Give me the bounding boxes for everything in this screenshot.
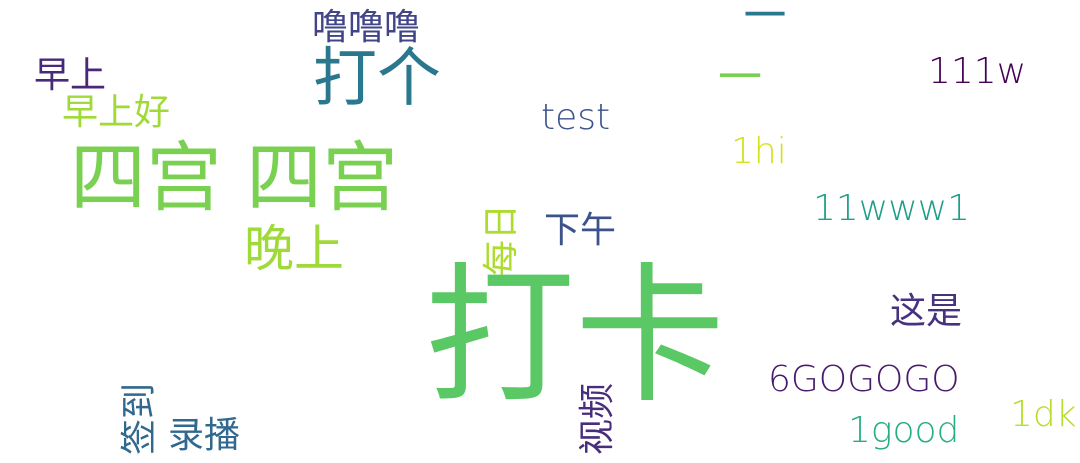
word-1dk: 1dk — [1010, 394, 1077, 435]
word-lululu: 噜噜噜 — [312, 7, 421, 48]
word-zaoshanghao: 早上好 — [62, 92, 171, 133]
word-yi: 一 — [718, 52, 762, 103]
word-er: 二 — [743, 0, 787, 27]
word-dage: 打个 — [313, 42, 441, 116]
word-6gogogo: 6GOGOGO — [768, 359, 960, 400]
word-qiandao: 签到 — [119, 382, 160, 455]
word-1good: 1good — [848, 410, 960, 451]
word-111w: 111w — [928, 51, 1027, 92]
word-shipin: 视频 — [577, 382, 618, 455]
word-cloud: 打卡 四宫 四宫 打个 噜噜噜 一 二 111w 早上 早上好 test 1hi… — [0, 0, 1080, 463]
word-1hi: 1hi — [731, 131, 787, 172]
word-xiawu: 下午 — [544, 210, 617, 251]
word-lubo: 录播 — [168, 415, 241, 456]
word-daka: 打卡 — [425, 250, 726, 424]
word-sigong: 四宫 四宫 — [70, 133, 399, 222]
word-test: test — [541, 97, 611, 138]
word-wanshang: 晚上 — [244, 220, 344, 278]
word-11www1: 11www1 — [813, 188, 971, 229]
word-zheshi: 这是 — [890, 291, 963, 332]
word-meiri: 每日 — [481, 203, 522, 276]
word-zaoshang: 早上 — [34, 55, 107, 96]
